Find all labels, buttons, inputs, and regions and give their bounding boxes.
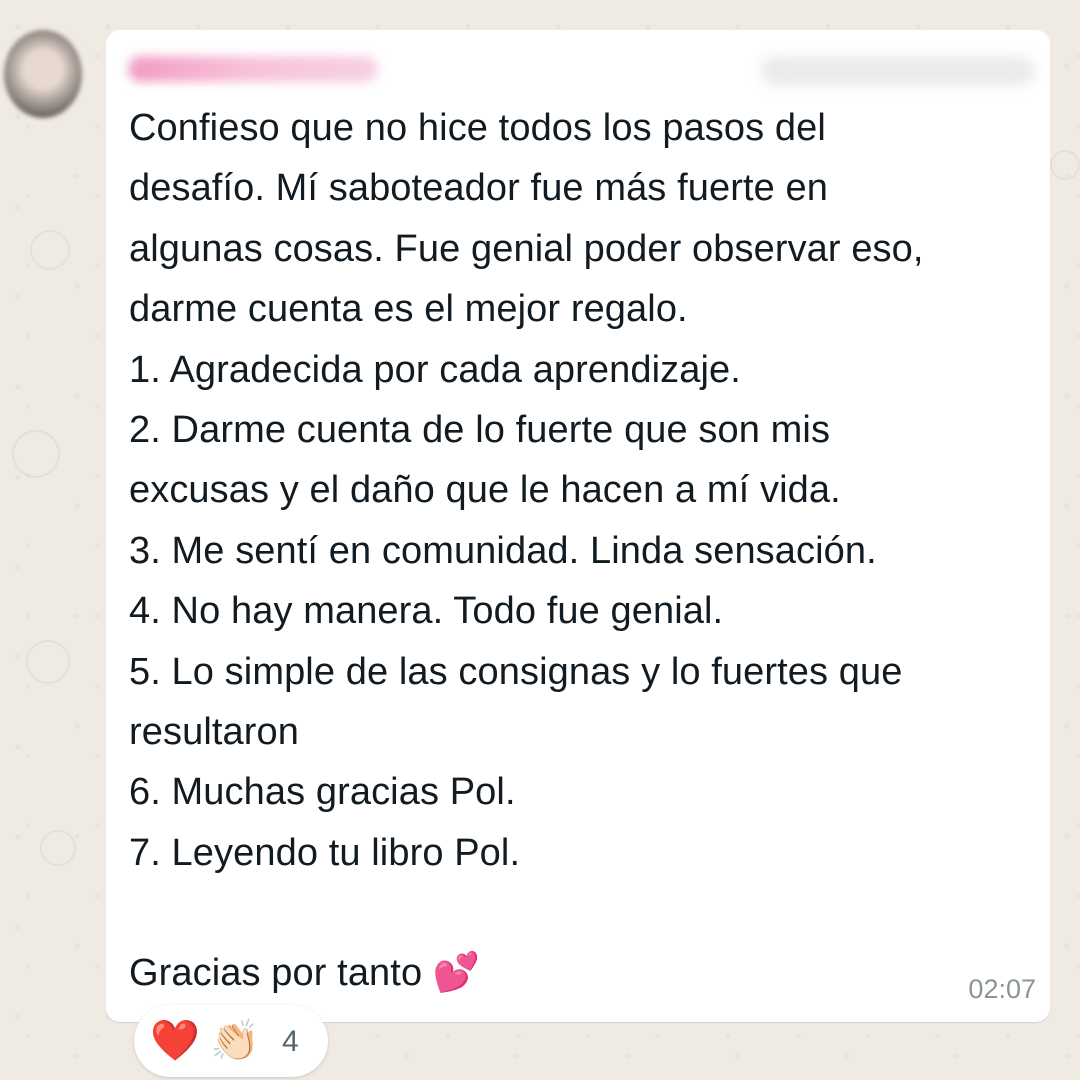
message-line: desafío. Mí saboteador fue más fuerte en xyxy=(129,167,828,210)
message-line: 3. Me sentí en comunidad. Linda sensació… xyxy=(129,529,877,572)
sender-phone-blurred xyxy=(760,56,1035,86)
message-line: Confieso que no hice todos los pasos del xyxy=(129,107,826,149)
message-text: Confieso que no hice todos los pasos del… xyxy=(129,98,1034,1004)
message-line: algunas cosas. Fue genial poder observar… xyxy=(129,227,924,270)
sender-name-blurred[interactable] xyxy=(128,56,378,82)
message-line: 1. Agradecida por cada aprendizaje. xyxy=(129,348,741,391)
sender-avatar[interactable] xyxy=(4,30,82,118)
clapping-hands-reaction-icon: 👏🏻 xyxy=(210,1019,260,1063)
wallpaper-doodle xyxy=(1050,150,1080,180)
message-line-blank xyxy=(129,883,1034,943)
message-line: resultaron xyxy=(129,710,299,753)
wallpaper-doodle xyxy=(26,640,70,684)
message-line: excusas y el daño que le hacen a mí vida… xyxy=(129,469,841,512)
message-line: 4. No hay manera. Todo fue genial. xyxy=(129,590,724,633)
message-line: 2. Darme cuenta de lo fuerte que son mis xyxy=(129,408,831,451)
message-line: darme cuenta es el mejor regalo. xyxy=(129,288,688,331)
message-timestamp: 02:07 xyxy=(968,974,1036,1004)
wallpaper-doodle xyxy=(40,830,76,866)
heart-reaction-icon: ❤️ xyxy=(150,1019,200,1063)
message-line: Gracias por tanto 💕 xyxy=(129,952,481,995)
message-line: 5. Lo simple de las consignas y lo fuert… xyxy=(129,650,903,693)
wallpaper-doodle xyxy=(30,230,70,270)
message-line: 7. Leyendo tu libro Pol. xyxy=(129,831,521,874)
reactions-pill[interactable]: ❤️ 👏🏻 4 xyxy=(134,1005,328,1077)
message-line: 6. Muchas gracias Pol. xyxy=(129,771,516,814)
wallpaper-doodle xyxy=(12,430,60,478)
reaction-count: 4 xyxy=(282,1025,299,1058)
